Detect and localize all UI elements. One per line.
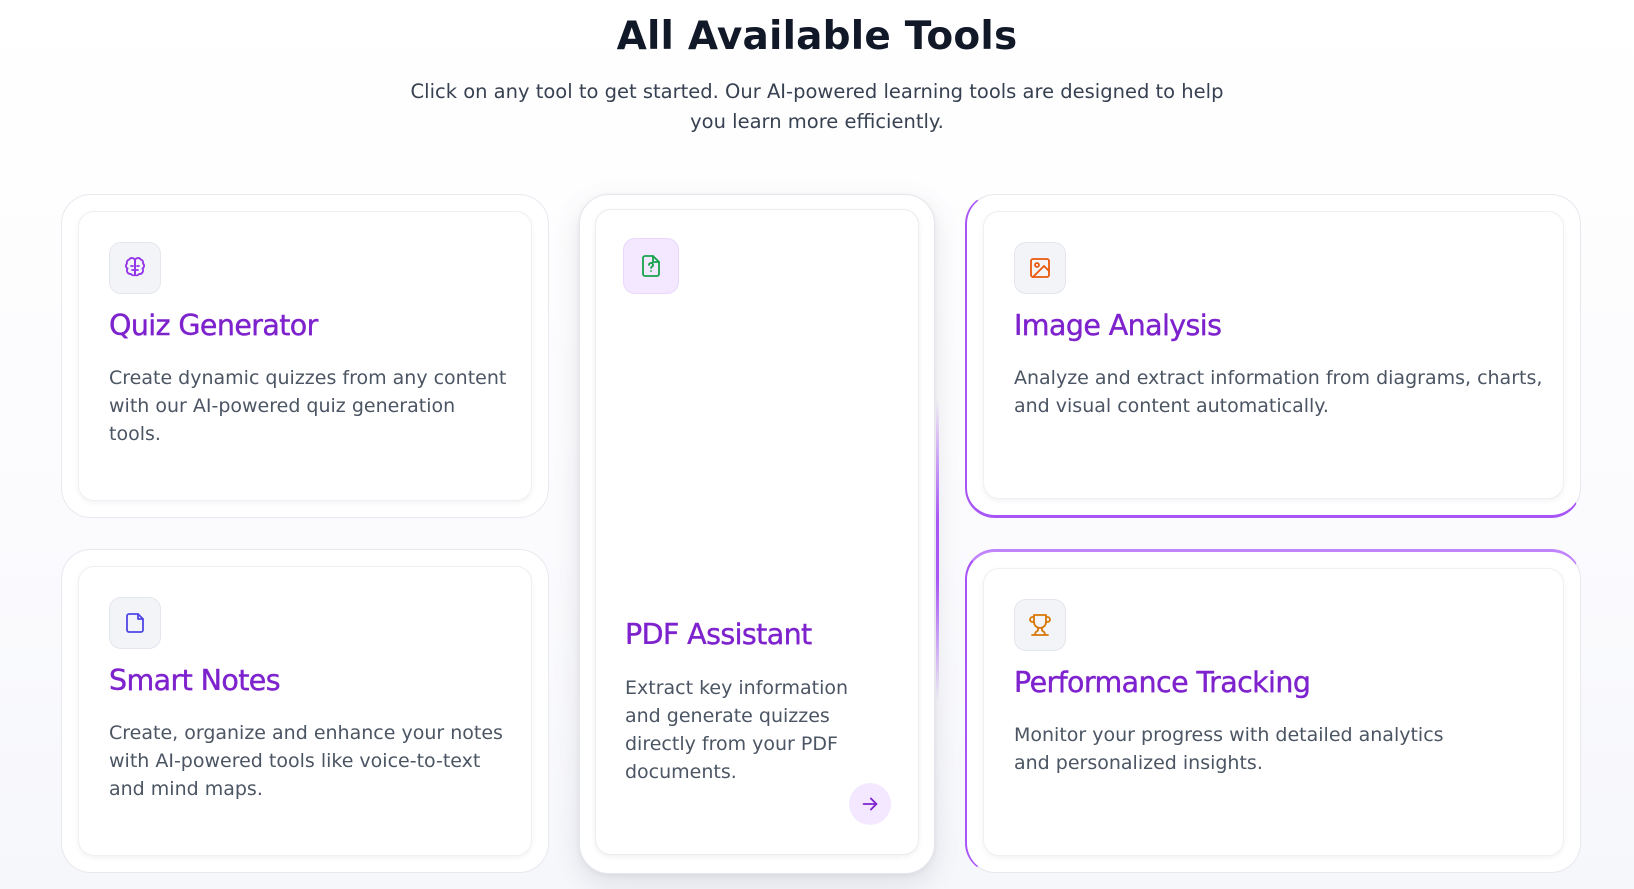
- tool-description: Monitor your progress with detailed anal…: [1014, 724, 1444, 774]
- tool-card-performance-tracking[interactable]: Performance Tracking Monitor your progre…: [965, 549, 1581, 873]
- accent-line: [936, 400, 939, 700]
- tool-description: Create, organize and enhance your notes …: [109, 722, 503, 800]
- arrow-right-icon: [862, 797, 878, 811]
- tool-card-smart-notes[interactable]: Smart Notes Create, organize and enhance…: [61, 549, 549, 873]
- tool-title: Quiz Generator: [109, 309, 319, 342]
- tool-title: Image Analysis: [1014, 309, 1222, 342]
- tool-card-inner: Performance Tracking Monitor your progre…: [983, 568, 1564, 856]
- file-question-icon: [623, 238, 679, 294]
- tool-card-quiz-generator[interactable]: Quiz Generator Create dynamic quizzes fr…: [61, 194, 549, 518]
- open-tool-button[interactable]: [849, 783, 891, 825]
- tool-card-inner: PDF Assistant Extract key information an…: [595, 209, 919, 855]
- section-header: All Available Tools Click on any tool to…: [0, 14, 1634, 137]
- sticky-note-icon: [109, 597, 161, 649]
- tool-card-inner: Image Analysis Analyze and extract infor…: [983, 211, 1564, 499]
- tool-title: Performance Tracking: [1014, 666, 1311, 699]
- brain-icon: [109, 242, 161, 294]
- image-icon: [1014, 242, 1066, 294]
- tool-card-image-analysis[interactable]: Image Analysis Analyze and extract infor…: [965, 194, 1581, 518]
- tool-title: PDF Assistant: [625, 618, 813, 651]
- tool-title: Smart Notes: [109, 664, 281, 697]
- tool-card-inner: Quiz Generator Create dynamic quizzes fr…: [78, 211, 532, 501]
- tool-description: Create dynamic quizzes from any content …: [109, 367, 507, 445]
- tool-description: Analyze and extract information from dia…: [1014, 367, 1543, 417]
- page-subtitle: Click on any tool to get started. Our AI…: [410, 80, 1224, 133]
- tool-description: Extract key information and generate qui…: [625, 677, 849, 783]
- tool-card-pdf-assistant[interactable]: PDF Assistant Extract key information an…: [579, 194, 935, 874]
- trophy-icon: [1014, 599, 1066, 651]
- tool-card-inner: Smart Notes Create, organize and enhance…: [78, 566, 532, 856]
- page-title: All Available Tools: [616, 14, 1018, 59]
